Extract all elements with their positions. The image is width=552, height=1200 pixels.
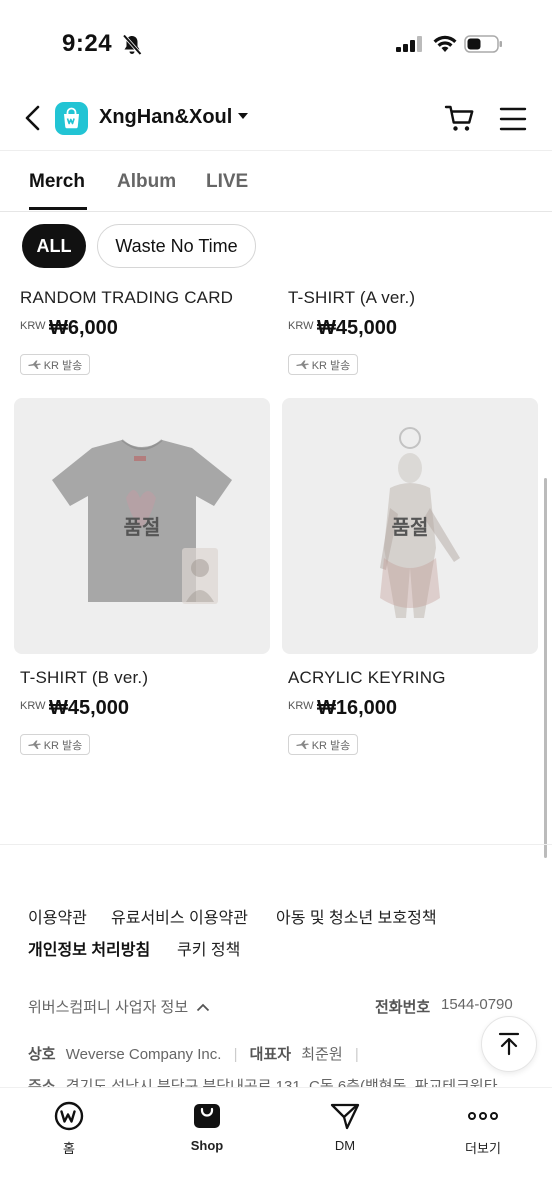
product-name: T-SHIRT (A ver.) [288,288,416,307]
filter-chip-waste-no-time[interactable]: Waste No Time [97,224,256,268]
airplane-icon [27,360,41,369]
trade-name: Weverse Company Inc. [65,1046,222,1063]
cart-button[interactable] [444,102,476,134]
address: 경기도 성남시 분당구 분당내곡로 131, C동 6층(백현동, 판교테크원타 [65,1078,498,1087]
battery-icon [464,35,502,53]
product-price: ₩16,000 [317,697,398,719]
product-name: ACRYLIC KEYRING [288,668,446,687]
sold-out-label: 품절 [123,517,161,539]
product-card-acrylic-keyring[interactable]: 품절 ACRYLIC KEYRING KRW ₩16,000 KR 발송 [282,398,538,758]
shipping-badge: KR 발송 [288,354,358,375]
app-header: XngHan&Xoul [0,96,552,140]
product-currency: KRW [288,320,314,332]
nav-label-more: 더보기 [465,1141,501,1156]
sold-out-label: 품절 [391,517,429,539]
nav-label-home: 홈 [63,1141,75,1156]
footer-divider [0,844,552,845]
arrow-up-to-top-icon [498,1032,520,1056]
shipping-badge: KR 발송 [20,354,90,375]
shipping-label: KR 발송 [43,739,83,752]
product-price: ₩6,000 [49,317,118,339]
address-row: 주소 경기도 성남시 분당구 분당내곡로 131, C동 6층(백현동, 판교테… [28,1075,498,1087]
airplane-icon [27,740,41,749]
more-dots-icon [468,1112,498,1120]
product-card-t-shirt-a[interactable]: T-SHIRT (A ver.) KRW ₩45,000 KR 발송 [282,286,538,376]
shipping-label: KR 발송 [311,739,351,752]
product-image-acrylic-keyring: 품절 [282,398,538,654]
airplane-icon [295,740,309,749]
scroll-to-top-button[interactable] [481,1016,537,1072]
shipping-badge: KR 발송 [288,734,358,755]
airplane-icon [295,360,309,369]
shop-logo-icon [55,102,88,135]
address-label: 주소 [28,1078,56,1087]
company-info-label: 위버스컴퍼니 사업자 정보 [28,999,189,1016]
separator: | [233,1046,238,1063]
shopping-bag-icon [194,1104,220,1128]
nav-shop[interactable]: Shop [138,1088,276,1168]
trade-name-label: 상호 [28,1046,56,1063]
company-info-toggle[interactable]: 위버스컴퍼니 사업자 정보 [28,996,210,1017]
scrollbar[interactable] [544,478,547,858]
tab-album[interactable]: Album [117,171,176,193]
nav-label-shop: Shop [190,1138,224,1153]
tab-merch[interactable]: Merch [29,171,85,193]
nav-more[interactable]: 더보기 [414,1088,552,1168]
product-card-t-shirt-b[interactable]: 품절 T-SHIRT (B ver.) KRW ₩45,000 KR 발송 [14,398,270,758]
shipping-label: KR 발송 [43,359,83,372]
bottom-navigation: 홈 Shop DM 더보기 [0,1087,552,1200]
nav-dm[interactable]: DM [276,1088,414,1168]
send-dm-icon [330,1103,360,1130]
footer-link-privacy-policy[interactable]: 개인정보 처리방침 [28,936,150,960]
company-info-row: 상호 Weverse Company Inc. | 대표자 최준원 | [28,1043,367,1064]
product-name: T-SHIRT (B ver.) [20,668,149,687]
wifi-icon [433,35,457,52]
product-name: RANDOM TRADING CARD [20,288,234,307]
status-time: 9:24 [62,30,113,57]
status-bar: 9:24 [0,0,552,90]
tabs-divider [0,211,552,212]
ceo-name: 최준원 [301,1046,343,1063]
header-divider [0,150,552,151]
active-tab-indicator [29,207,87,210]
product-currency: KRW [288,700,314,712]
footer-link-youth-protection[interactable]: 아동 및 청소년 보호정책 [276,904,437,928]
caret-down-icon[interactable] [237,112,249,120]
nav-label-dm: DM [334,1138,356,1153]
phone-number[interactable]: 1544-0790 [441,996,513,1013]
bell-muted-icon [122,34,142,56]
footer-link-paid-service-terms[interactable]: 유료서비스 이용약관 [111,904,248,928]
shipping-badge: KR 발송 [20,734,90,755]
artist-name[interactable]: XngHan&Xoul [99,106,232,129]
weverse-home-icon [54,1101,84,1131]
ceo-label: 대표자 [249,1046,292,1063]
product-currency: KRW [20,700,46,712]
footer-link-cookie-policy[interactable]: 쿠키 정책 [177,936,240,960]
product-currency: KRW [20,320,46,332]
back-button[interactable] [20,104,48,132]
nav-home[interactable]: 홈 [0,1088,138,1168]
shipping-label: KR 발송 [311,359,351,372]
product-price: ₩45,000 [317,317,398,339]
menu-button[interactable] [498,104,528,134]
cellular-signal-icon [396,36,422,52]
tab-live[interactable]: LIVE [206,171,248,193]
phone-label: 전화번호 [375,999,431,1016]
product-image-t-shirt-b: 품절 [14,398,270,654]
product-price: ₩45,000 [49,697,130,719]
product-card-random-trading-card[interactable]: RANDOM TRADING CARD KRW ₩6,000 KR 발송 [14,286,270,376]
chevron-up-icon [197,1003,210,1012]
footer-link-terms[interactable]: 이용약관 [28,904,87,928]
category-tabs: Merch Album LIVE [0,168,552,212]
filter-chip-all[interactable]: ALL [22,224,86,268]
separator: | [354,1046,359,1063]
